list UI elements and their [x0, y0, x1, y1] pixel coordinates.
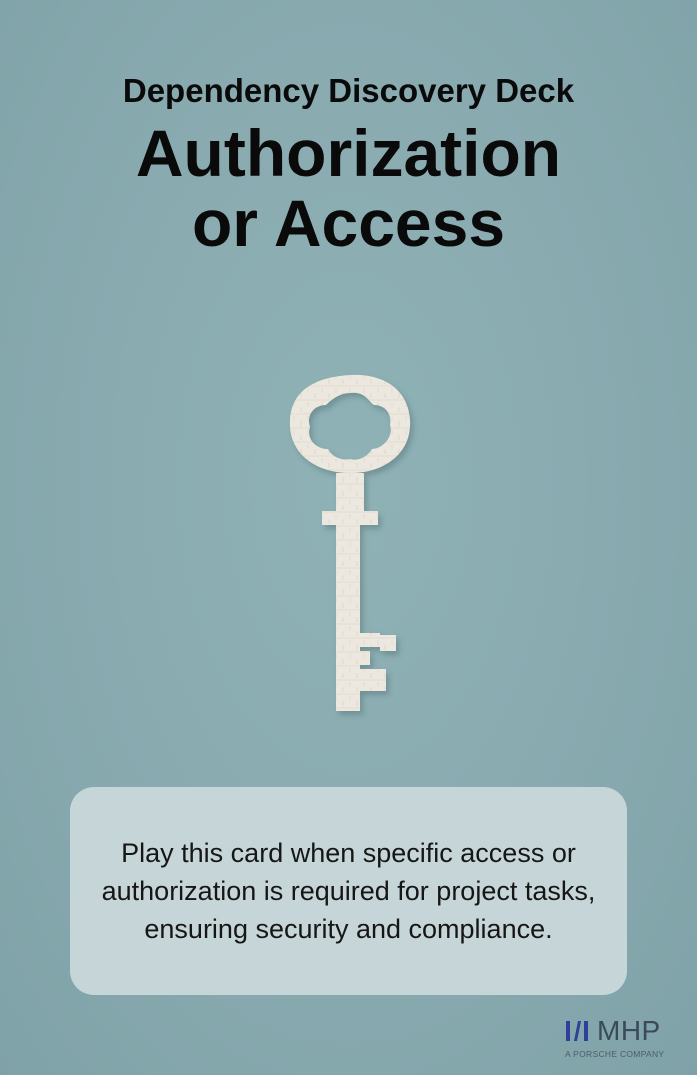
- key-icon: [289, 374, 411, 711]
- brand-tagline: A PORSCHE COMPANY: [565, 1049, 665, 1059]
- mhp-mark-icon: [566, 1021, 588, 1041]
- brand-mark: MHP: [565, 1016, 661, 1046]
- card: Dependency Discovery Deck Authorization …: [0, 0, 697, 1075]
- card-title-line-2: or Access: [191, 186, 506, 260]
- brand-logo: MHP A PORSCHE COMPANY: [565, 1016, 675, 1062]
- description-text: Play this card when specific access or a…: [101, 838, 596, 944]
- brand-name: MHP: [597, 1015, 661, 1046]
- card-title-line-1: Authorization: [135, 116, 562, 190]
- description-box: Play this card when specific access or a…: [70, 787, 627, 995]
- deck-title: Dependency Discovery Deck: [122, 72, 575, 109]
- card-title: Authorization or Access: [0, 118, 697, 258]
